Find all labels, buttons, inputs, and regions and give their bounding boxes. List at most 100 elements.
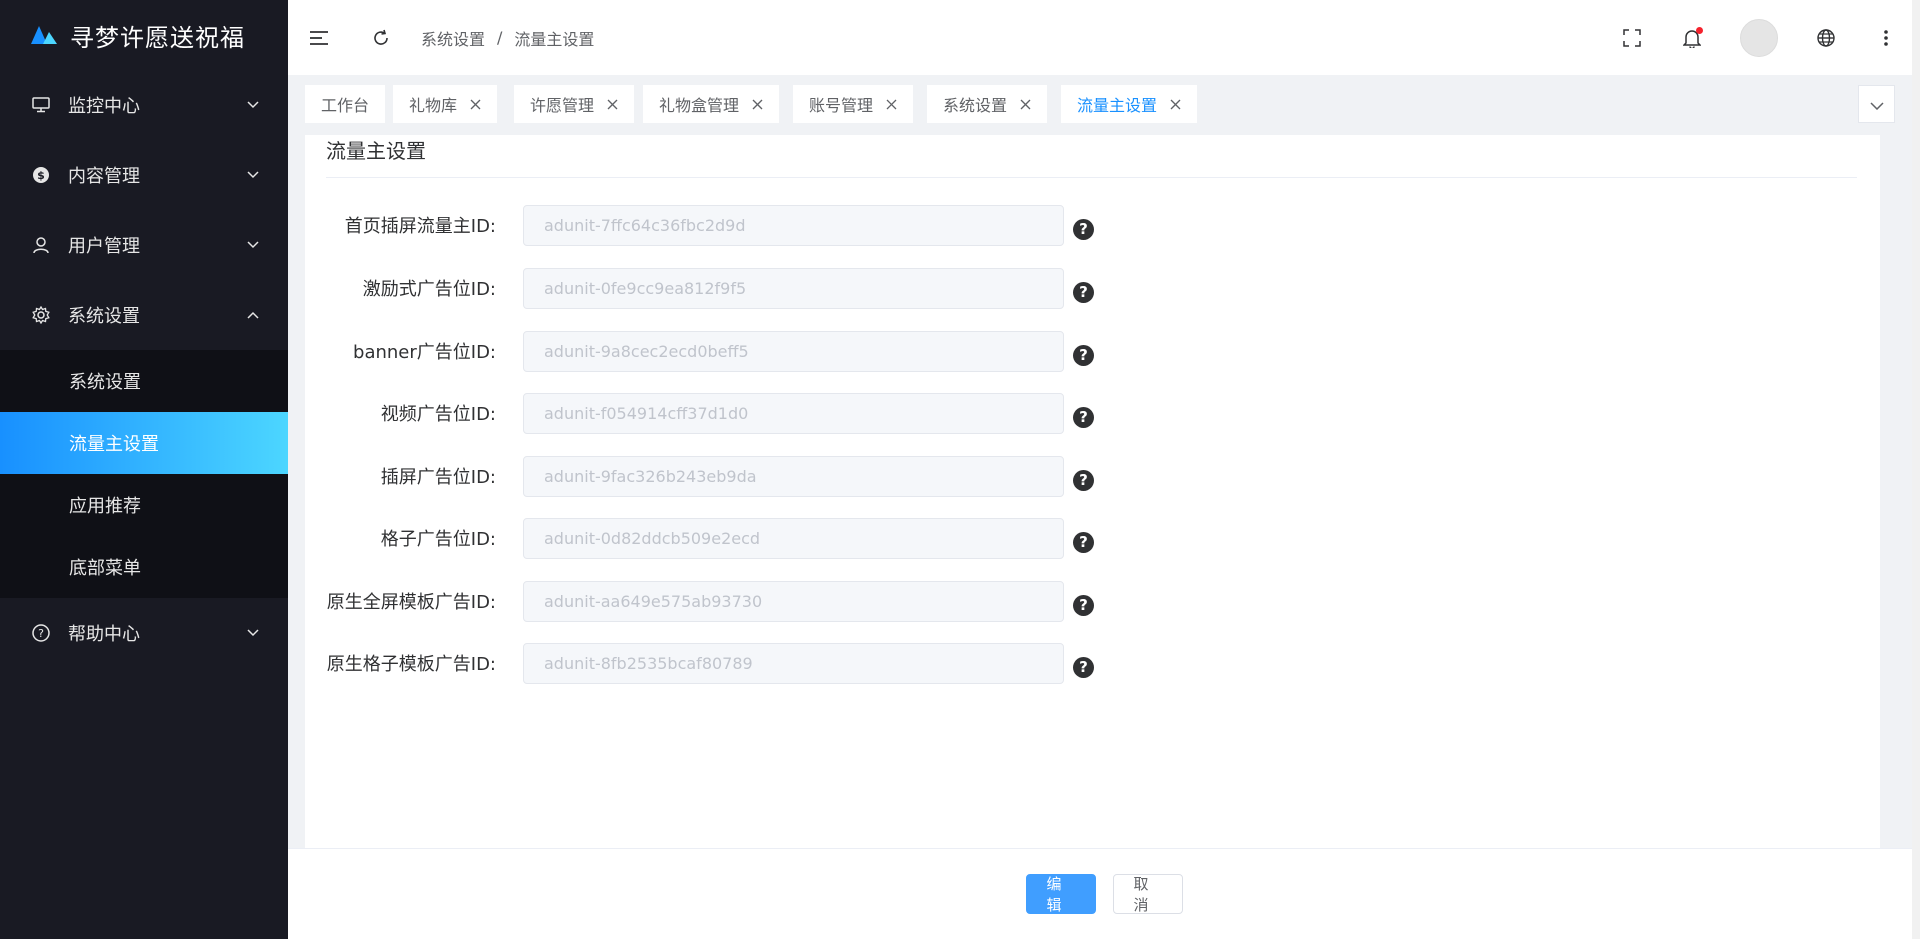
form-row: 激励式广告位ID: adunit-0fe9cc9ea812f9f5 ? [305, 267, 1094, 309]
field-label: 格子广告位ID: [380, 529, 496, 550]
form-row: banner广告位ID: adunit-9a8cec2ecd0beff5 ? [305, 330, 1094, 372]
question-circle-icon[interactable]: ? [1073, 281, 1094, 303]
tab-label: 礼物库 [409, 96, 458, 115]
menu-item-content[interactable]: $ 内容管理 [0, 140, 288, 210]
tabs-dropdown-button[interactable] [1858, 85, 1895, 123]
top-header: 系统设置 / 流量主设置 [288, 0, 1920, 75]
menu-item-users[interactable]: 用户管理 [0, 210, 288, 280]
refresh-icon[interactable] [369, 26, 393, 50]
question-circle-icon[interactable]: ? [1073, 406, 1094, 428]
banner-ad-id-input[interactable]: adunit-9a8cec2ecd0beff5 [523, 330, 1064, 372]
interstitial-ad-id-input[interactable]: adunit-9fac326b243eb9da [523, 455, 1064, 497]
field-label: 原生全屏模板广告ID: [326, 592, 496, 613]
gear-icon [32, 306, 50, 324]
menu-fold-icon[interactable] [307, 26, 331, 50]
tab-workbench[interactable]: 工作台 [305, 85, 386, 123]
avatar[interactable] [1740, 18, 1778, 57]
monitor-icon [32, 96, 50, 114]
close-icon[interactable] [1019, 98, 1031, 110]
close-icon[interactable] [469, 98, 481, 110]
page-scrollbar[interactable] [1912, 0, 1920, 939]
close-icon[interactable] [751, 98, 763, 110]
mountain-logo-icon [30, 24, 58, 46]
chevron-up-icon [246, 308, 260, 322]
breadcrumb-item[interactable]: 系统设置 [421, 26, 485, 50]
question-circle-icon[interactable]: ? [1073, 469, 1094, 491]
form-row: 原生格子模板广告ID: adunit-8fb2535bcaf80789 ? [305, 642, 1094, 684]
menu-item-system[interactable]: 系统设置 [0, 280, 288, 350]
more-vertical-icon[interactable] [1874, 26, 1898, 50]
dollar-circle-icon: $ [32, 166, 50, 184]
chevron-down-icon [246, 238, 260, 252]
submenu-item-bottom-menu[interactable]: 底部菜单 [0, 536, 288, 598]
field-label: 插屏广告位ID: [380, 467, 496, 488]
tabs-bar: 工作台 礼物库 许愿管理 礼物盒管理 账号管理 系统设置 流量主设置 [288, 75, 1920, 135]
video-ad-id-input[interactable]: adunit-f054914cff37d1d0 [523, 392, 1064, 434]
tab-gift-box-management[interactable]: 礼物盒管理 [643, 85, 780, 123]
question-circle-icon[interactable]: ? [1073, 344, 1094, 366]
menu-item-label: 帮助中心 [68, 624, 140, 645]
menu-item-monitor[interactable]: 监控中心 [0, 70, 288, 140]
grid-ad-id-input[interactable]: adunit-0d82ddcb509e2ecd [523, 517, 1064, 559]
app-title: 寻梦许愿送祝福 [70, 23, 245, 52]
cancel-button[interactable]: 取消 [1112, 874, 1183, 914]
notification-dot [1696, 26, 1703, 34]
question-circle-icon[interactable]: ? [1073, 594, 1094, 616]
form-row: 插屏广告位ID: adunit-9fac326b243eb9da ? [305, 455, 1094, 497]
form-row: 首页插屏流量主ID: adunit-7ffc64c36fbc2d9d ? [305, 204, 1094, 246]
menu-item-label: 用户管理 [68, 236, 140, 257]
breadcrumb-current: 流量主设置 [514, 29, 595, 49]
field-label: 视频广告位ID: [380, 404, 496, 425]
chevron-down-icon [246, 626, 260, 640]
menu-item-help[interactable]: ? 帮助中心 [0, 598, 288, 668]
sidebar: 寻梦许愿送祝福 监控中心 $ 内容管理 用户管理 系统设置 系统设置 流量主设置… [0, 0, 288, 939]
tab-label: 礼物盒管理 [659, 96, 740, 115]
question-circle-icon: ? [32, 624, 50, 642]
app-logo[interactable]: 寻梦许愿送祝福 [0, 0, 288, 70]
form-row: 格子广告位ID: adunit-0d82ddcb509e2ecd ? [305, 517, 1094, 559]
native-grid-ad-id-input[interactable]: adunit-8fb2535bcaf80789 [523, 642, 1064, 684]
globe-icon[interactable] [1814, 26, 1838, 50]
user-icon [32, 236, 50, 254]
form-footer: 编辑 取消 [288, 848, 1920, 939]
bell-icon[interactable] [1680, 26, 1704, 50]
tab-gift-library[interactable]: 礼物库 [393, 85, 498, 123]
divider [326, 177, 1857, 178]
field-label: 首页插屏流量主ID: [344, 216, 496, 237]
submenu-item-system-settings[interactable]: 系统设置 [0, 350, 288, 412]
tab-account-management[interactable]: 账号管理 [793, 85, 914, 123]
question-circle-icon[interactable]: ? [1073, 218, 1094, 240]
close-icon[interactable] [1169, 98, 1181, 110]
field-label: 激励式广告位ID: [362, 279, 496, 300]
homepage-interstitial-id-input[interactable]: adunit-7ffc64c36fbc2d9d [523, 204, 1064, 246]
question-circle-icon[interactable]: ? [1073, 531, 1094, 553]
field-label: 原生格子模板广告ID: [326, 654, 496, 675]
tab-traffic-settings[interactable]: 流量主设置 [1061, 85, 1198, 123]
close-icon[interactable] [885, 98, 897, 110]
menu-item-label: 内容管理 [68, 166, 140, 187]
form-row: 原生全屏模板广告ID: adunit-aa649e575ab93730 ? [305, 580, 1094, 622]
form-row: 视频广告位ID: adunit-f054914cff37d1d0 ? [305, 392, 1094, 434]
submenu-item-app-recommend[interactable]: 应用推荐 [0, 474, 288, 536]
tab-label: 许愿管理 [530, 96, 595, 115]
settings-form-card: 流量主设置 首页插屏流量主ID: adunit-7ffc64c36fbc2d9d… [305, 135, 1880, 848]
svg-text:?: ? [38, 627, 44, 640]
rewarded-ad-id-input[interactable]: adunit-0fe9cc9ea812f9f5 [523, 267, 1064, 309]
chevron-down-icon [246, 168, 260, 182]
fullscreen-icon[interactable] [1620, 26, 1644, 50]
svg-text:$: $ [37, 169, 45, 182]
submenu-item-traffic-settings[interactable]: 流量主设置 [0, 412, 288, 474]
system-submenu: 系统设置 流量主设置 应用推荐 底部菜单 [0, 350, 288, 598]
tab-label: 流量主设置 [1077, 96, 1158, 115]
chevron-down-icon [246, 98, 260, 112]
field-label: banner广告位ID: [353, 342, 496, 363]
edit-button[interactable]: 编辑 [1025, 874, 1096, 914]
native-fullscreen-ad-id-input[interactable]: adunit-aa649e575ab93730 [523, 580, 1064, 622]
menu-item-label: 系统设置 [68, 306, 140, 327]
header-actions [1584, 18, 1920, 57]
close-icon[interactable] [606, 98, 618, 110]
tab-wish-management[interactable]: 许愿管理 [514, 85, 635, 123]
tab-system-settings[interactable]: 系统设置 [927, 85, 1048, 123]
breadcrumb: 系统设置 / 流量主设置 [421, 26, 594, 50]
question-circle-icon[interactable]: ? [1073, 656, 1094, 678]
